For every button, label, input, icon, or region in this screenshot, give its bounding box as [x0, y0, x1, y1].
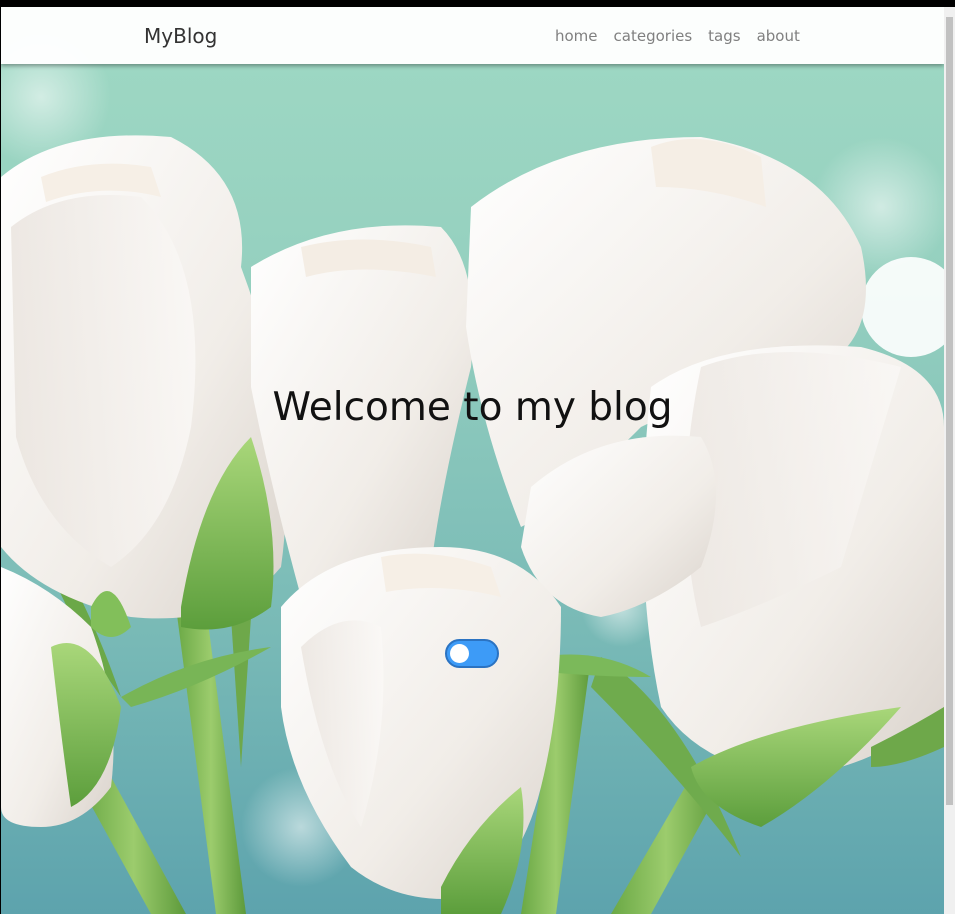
theme-toggle-switch[interactable] — [445, 639, 499, 668]
browser-top-edge — [0, 0, 955, 7]
hero-heading: Welcome to my blog — [272, 385, 673, 430]
nav-item-about: about — [757, 26, 800, 46]
nav-item-categories: categories — [614, 26, 693, 46]
nav-link-about[interactable]: about — [757, 27, 800, 45]
hero-background-image — [1, 27, 944, 914]
nav-link-categories[interactable]: categories — [614, 27, 693, 45]
page-viewport: MyBlog home categories tags about Welcom… — [1, 7, 944, 914]
vertical-scrollbar[interactable] — [944, 7, 955, 914]
top-navbar: MyBlog home categories tags about — [1, 7, 944, 64]
nav-link-home[interactable]: home — [555, 27, 598, 45]
toggle-knob — [450, 644, 469, 663]
nav-links: home categories tags about — [555, 26, 800, 46]
scrollbar-thumb[interactable] — [946, 17, 953, 805]
nav-item-tags: tags — [708, 26, 740, 46]
nav-link-tags[interactable]: tags — [708, 27, 740, 45]
brand-logo-link[interactable]: MyBlog — [144, 24, 217, 48]
nav-item-home: home — [555, 26, 598, 46]
